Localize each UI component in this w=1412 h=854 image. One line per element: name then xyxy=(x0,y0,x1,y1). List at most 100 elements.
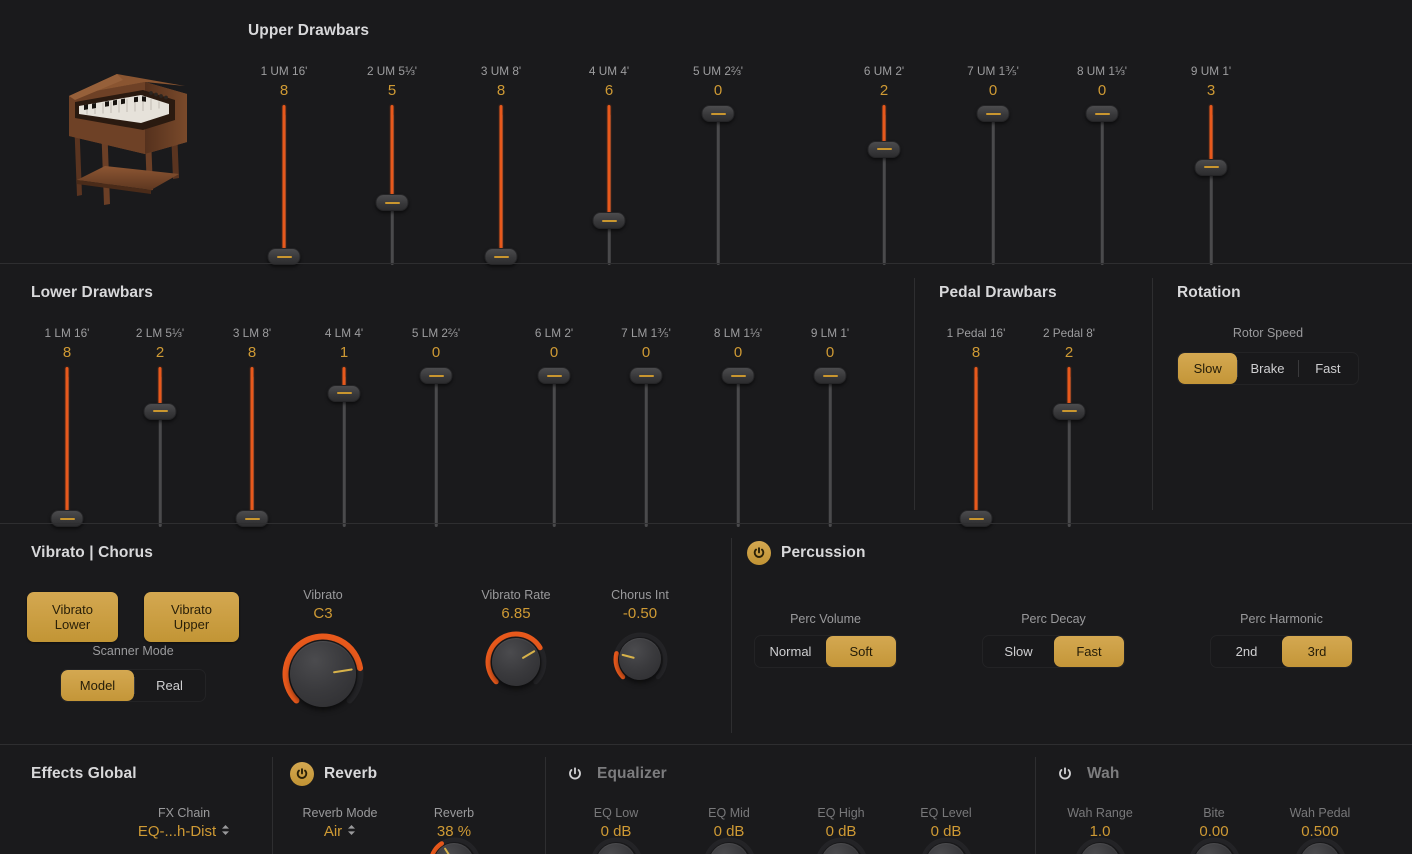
eq-eq-low-knob[interactable] xyxy=(588,835,645,854)
drawbar-track[interactable] xyxy=(946,367,1006,527)
drawbar-track[interactable] xyxy=(688,105,748,265)
reverb-power-icon[interactable] xyxy=(290,762,314,786)
drawbar-handle[interactable] xyxy=(328,385,361,402)
drawbar-upper-5[interactable]: 5 UM 2⅔'0 xyxy=(688,64,748,265)
drawbar-track[interactable] xyxy=(616,367,676,527)
drawbar-handle[interactable] xyxy=(1195,159,1228,176)
perc-harmonic-2nd-button[interactable]: 2nd xyxy=(1211,636,1282,667)
drawbar-track[interactable] xyxy=(524,367,584,527)
drawbar-handle[interactable] xyxy=(630,367,663,384)
drawbar-lower-5[interactable]: 5 LM 2⅔'0 xyxy=(406,326,466,527)
drawbar-upper-2[interactable]: 2 UM 5⅓'5 xyxy=(362,64,422,265)
drawbar-upper-8[interactable]: 8 UM 1⅓'0 xyxy=(1072,64,1132,265)
knob-vibrato[interactable] xyxy=(280,631,366,717)
perc-decay-segmented[interactable]: Slow Fast xyxy=(982,635,1125,668)
drawbar-pedal-1[interactable]: 1 Pedal 16'8 xyxy=(946,326,1006,527)
drawbar-lower-6[interactable]: 6 LM 2'0 xyxy=(524,326,584,527)
drawbar-track[interactable] xyxy=(579,105,639,265)
drawbar-track[interactable] xyxy=(1039,367,1099,527)
drawbar-lower-9[interactable]: 9 LM 1'0 xyxy=(800,326,860,527)
drawbar-handle[interactable] xyxy=(702,105,735,122)
equalizer-power-icon[interactable] xyxy=(563,762,587,786)
perc-volume-segmented[interactable]: Normal Soft xyxy=(754,635,897,668)
drawbar-track[interactable] xyxy=(1072,105,1132,265)
drawbar-handle[interactable] xyxy=(868,141,901,158)
drawbar-value: 8 xyxy=(254,82,314,99)
perc-volume-normal-button[interactable]: Normal xyxy=(755,636,826,667)
divider-reverb xyxy=(272,757,273,854)
drawbar-rail xyxy=(829,376,832,528)
drawbar-track[interactable] xyxy=(130,367,190,527)
drawbar-handle[interactable] xyxy=(1053,403,1086,420)
reverb-mode-param: Reverb Mode Air xyxy=(285,806,395,840)
drawbar-upper-6[interactable]: 6 UM 2'2 xyxy=(854,64,914,265)
perc-decay-fast-button[interactable]: Fast xyxy=(1054,636,1124,667)
drawbar-track[interactable] xyxy=(362,105,422,265)
drawbar-handle[interactable] xyxy=(1086,105,1119,122)
rotor-speed-slow-button[interactable]: Slow xyxy=(1178,353,1237,384)
drawbar-name: 2 LM 5⅓' xyxy=(130,326,190,340)
eq-eq-mid-knob[interactable] xyxy=(701,835,758,854)
scanner-mode-segmented[interactable]: Model Real xyxy=(60,669,206,702)
drawbar-track[interactable] xyxy=(963,105,1023,265)
drawbar-lower-1[interactable]: 1 LM 16'8 xyxy=(37,326,97,527)
knob-chorus-int[interactable] xyxy=(611,630,670,689)
drawbar-handle[interactable] xyxy=(814,367,847,384)
rotor-speed-segmented[interactable]: Slow Brake Fast xyxy=(1177,352,1359,385)
vibrato-lower-button[interactable]: Vibrato Lower xyxy=(27,592,118,642)
drawbar-handle[interactable] xyxy=(722,367,755,384)
rotor-speed-fast-button[interactable]: Fast xyxy=(1298,353,1358,384)
drawbar-upper-7[interactable]: 7 UM 1⅗'0 xyxy=(963,64,1023,265)
percussion-power-icon[interactable] xyxy=(747,541,771,565)
drawbar-track[interactable] xyxy=(1181,105,1241,265)
perc-decay-slow-button[interactable]: Slow xyxy=(983,636,1054,667)
scanner-mode-model-button[interactable]: Model xyxy=(61,670,134,701)
effects-panel: Effects Global Master FX FX Chain EQ-...… xyxy=(0,744,1412,854)
drawbar-pedal-2[interactable]: 2 Pedal 8'2 xyxy=(1039,326,1099,527)
perc-harmonic-segmented[interactable]: 2nd 3rd xyxy=(1210,635,1353,668)
drawbar-upper-1[interactable]: 1 UM 16'8 xyxy=(254,64,314,265)
drawbar-upper-4[interactable]: 4 UM 4'6 xyxy=(579,64,639,265)
eq-eq-high-knob[interactable] xyxy=(813,835,870,854)
drawbar-track[interactable] xyxy=(314,367,374,527)
drawbar-track[interactable] xyxy=(406,367,466,527)
drawbar-lower-2[interactable]: 2 LM 5⅓'2 xyxy=(130,326,190,527)
drawbar-handle[interactable] xyxy=(376,194,409,211)
drawbar-rail xyxy=(717,114,720,266)
perc-harmonic-3rd-button[interactable]: 3rd xyxy=(1282,636,1352,667)
reverb-amount-knob[interactable] xyxy=(426,835,483,854)
fx-chain-value-row[interactable]: EQ-...h-Dist xyxy=(124,823,244,840)
drawbar-track[interactable] xyxy=(222,367,282,527)
rotor-speed-brake-button[interactable]: Brake xyxy=(1237,353,1297,384)
drawbar-handle[interactable] xyxy=(977,105,1010,122)
drawbar-handle[interactable] xyxy=(144,403,177,420)
drawbar-track[interactable] xyxy=(37,367,97,527)
drawbar-lower-3[interactable]: 3 LM 8'8 xyxy=(222,326,282,527)
wah-wah-pedal-knob[interactable] xyxy=(1292,835,1349,854)
drawbar-track[interactable] xyxy=(471,105,531,265)
wah-wah-range-knob[interactable] xyxy=(1072,835,1129,854)
drawbar-handle[interactable] xyxy=(593,212,626,229)
chevron-updown-icon[interactable] xyxy=(221,823,230,840)
perc-volume-soft-button[interactable]: Soft xyxy=(826,636,896,667)
drawbar-track[interactable] xyxy=(854,105,914,265)
reverb-mode-value-row[interactable]: Air xyxy=(285,823,395,840)
vibrato-upper-button[interactable]: Vibrato Upper xyxy=(144,592,239,642)
wah-bite-knob[interactable] xyxy=(1186,835,1243,854)
drawbar-lower-7[interactable]: 7 LM 1⅗'0 xyxy=(616,326,676,527)
knob-body xyxy=(290,641,356,707)
scanner-mode-real-button[interactable]: Real xyxy=(134,670,205,701)
drawbar-handle[interactable] xyxy=(420,367,453,384)
wah-power-icon[interactable] xyxy=(1053,762,1077,786)
drawbar-upper-9[interactable]: 9 UM 1'3 xyxy=(1181,64,1241,265)
drawbar-upper-3[interactable]: 3 UM 8'8 xyxy=(471,64,531,265)
drawbar-lower-4[interactable]: 4 LM 4'1 xyxy=(314,326,374,527)
chevron-updown-icon[interactable] xyxy=(347,823,356,840)
eq-eq-level-knob[interactable] xyxy=(918,835,975,854)
knob-vibrato-rate[interactable] xyxy=(483,629,549,695)
drawbar-lower-8[interactable]: 8 LM 1⅓'0 xyxy=(708,326,768,527)
drawbar-track[interactable] xyxy=(708,367,768,527)
drawbar-track[interactable] xyxy=(254,105,314,265)
drawbar-handle[interactable] xyxy=(538,367,571,384)
drawbar-track[interactable] xyxy=(800,367,860,527)
